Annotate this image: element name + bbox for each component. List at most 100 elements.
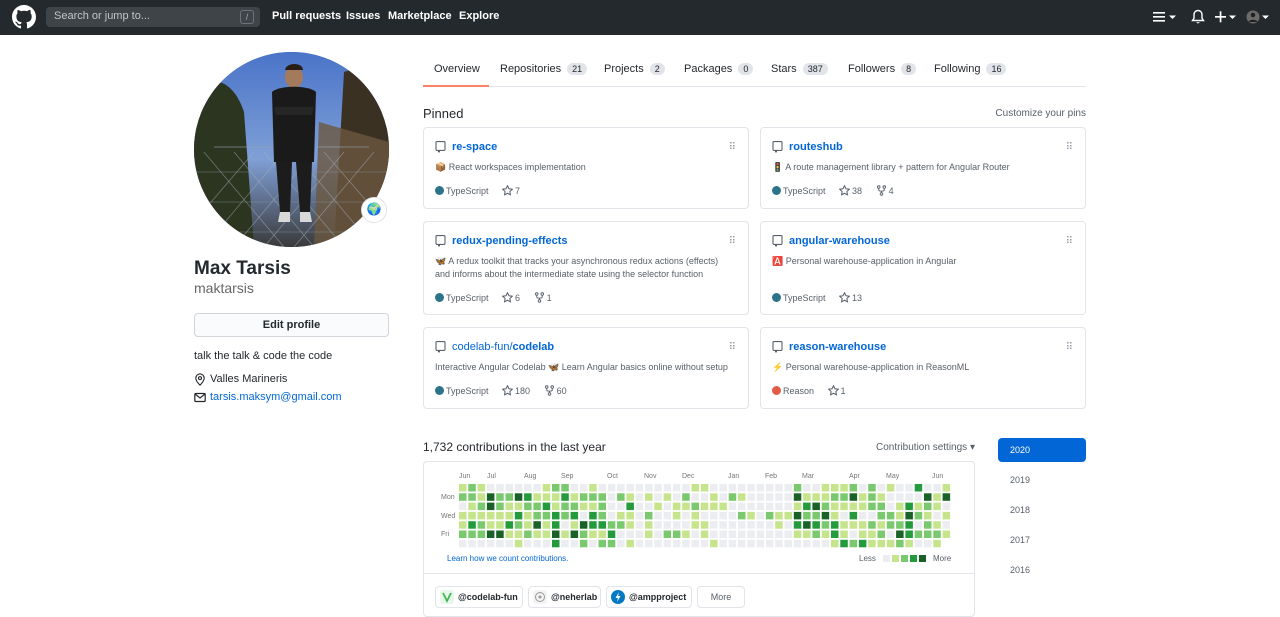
contribution-day[interactable] <box>570 521 579 529</box>
contribution-day[interactable] <box>886 484 895 492</box>
contribution-day[interactable] <box>552 484 560 492</box>
contribution-day[interactable] <box>942 493 951 501</box>
contribution-day[interactable] <box>877 530 886 539</box>
contribution-day[interactable] <box>533 493 541 501</box>
contribution-day[interactable] <box>756 493 765 501</box>
contribution-day[interactable] <box>812 493 820 501</box>
contribution-day[interactable] <box>803 511 811 520</box>
contribution-day[interactable] <box>840 502 848 511</box>
contribution-day[interactable] <box>524 502 532 511</box>
contribution-day[interactable] <box>486 502 495 511</box>
contribution-day[interactable] <box>728 511 737 520</box>
contribution-day[interactable] <box>589 539 597 548</box>
contribution-day[interactable] <box>868 493 876 501</box>
contribution-day[interactable] <box>486 493 495 501</box>
nav-pull-requests[interactable]: Pull requests <box>272 10 341 22</box>
email-link[interactable]: tarsis.maksym@gmail.com <box>210 391 342 403</box>
contribution-day[interactable] <box>496 502 504 511</box>
contribution-day[interactable] <box>514 484 523 492</box>
contribution-day[interactable] <box>468 530 476 539</box>
contribution-day[interactable] <box>542 484 551 492</box>
contribution-day[interactable] <box>486 511 495 520</box>
contribution-day[interactable] <box>924 484 932 492</box>
contribution-day[interactable] <box>914 511 923 520</box>
contribution-day[interactable] <box>877 511 886 520</box>
contribution-day[interactable] <box>579 493 588 501</box>
contribution-day[interactable] <box>477 521 486 529</box>
contribution-day[interactable] <box>607 493 616 501</box>
tab-following[interactable]: Following 16 <box>934 63 1007 75</box>
contribution-day[interactable] <box>933 511 941 520</box>
contribution-day[interactable] <box>877 493 886 501</box>
contribution-day[interactable] <box>598 511 607 520</box>
contribution-day[interactable] <box>617 521 625 529</box>
repo-link[interactable]: codelab-fun/codelab <box>452 341 554 353</box>
contribution-day[interactable] <box>672 521 681 529</box>
contribution-day[interactable] <box>645 502 653 511</box>
contribution-day[interactable] <box>459 511 467 520</box>
contribution-day[interactable] <box>886 502 895 511</box>
contribution-day[interactable] <box>868 511 876 520</box>
contribution-day[interactable] <box>905 539 913 548</box>
contribution-day[interactable] <box>496 539 504 548</box>
contribution-day[interactable] <box>914 484 923 492</box>
contribution-day[interactable] <box>793 511 802 520</box>
contribution-day[interactable] <box>877 502 886 511</box>
contribution-day[interactable] <box>905 530 913 539</box>
contribution-day[interactable] <box>831 521 839 529</box>
contribution-day[interactable] <box>905 511 913 520</box>
org-filter-ampproject[interactable]: @ampproject <box>606 586 692 608</box>
contribution-day[interactable] <box>840 539 848 548</box>
tab-stars[interactable]: Stars 387 <box>771 63 828 75</box>
contribution-day[interactable] <box>942 511 951 520</box>
contribution-day[interactable] <box>496 493 504 501</box>
contribution-day[interactable] <box>858 502 867 511</box>
contribution-day[interactable] <box>524 539 532 548</box>
contribution-day[interactable] <box>672 502 681 511</box>
contribution-day[interactable] <box>738 484 746 492</box>
contribution-day[interactable] <box>533 502 541 511</box>
contribution-day[interactable] <box>812 530 820 539</box>
contribution-day[interactable] <box>477 484 486 492</box>
repo-stars[interactable]: 180 <box>501 384 530 396</box>
contribution-day[interactable] <box>775 484 783 492</box>
contribution-day[interactable] <box>654 502 662 511</box>
contribution-day[interactable] <box>505 511 514 520</box>
contribution-day[interactable] <box>496 530 504 539</box>
contribution-day[interactable] <box>626 493 634 501</box>
contribution-day[interactable] <box>505 521 514 529</box>
contribution-day[interactable] <box>514 539 523 548</box>
contribution-day[interactable] <box>747 484 755 492</box>
contribution-day[interactable] <box>524 530 532 539</box>
contribution-day[interactable] <box>635 502 644 511</box>
contribution-day[interactable] <box>896 484 904 492</box>
repo-stars[interactable]: 6 <box>501 291 520 303</box>
tab-projects[interactable]: Projects 2 <box>604 63 665 75</box>
contribution-day[interactable] <box>700 530 709 539</box>
tab-followers[interactable]: Followers 8 <box>848 63 917 75</box>
contribution-day[interactable] <box>700 521 709 529</box>
contribution-day[interactable] <box>654 484 662 492</box>
contribution-day[interactable] <box>756 539 765 548</box>
contribution-day[interactable] <box>626 511 634 520</box>
contribution-day[interactable] <box>691 484 700 492</box>
contribution-day[interactable] <box>765 539 774 548</box>
contribution-day[interactable] <box>868 502 876 511</box>
contribution-day[interactable] <box>468 493 476 501</box>
contribution-day[interactable] <box>552 493 560 501</box>
contribution-day[interactable] <box>942 484 951 492</box>
contribution-day[interactable] <box>672 493 681 501</box>
contribution-day[interactable] <box>700 484 709 492</box>
contribution-day[interactable] <box>719 484 727 492</box>
contribution-day[interactable] <box>793 493 802 501</box>
contribution-day[interactable] <box>784 530 793 539</box>
contribution-day[interactable] <box>542 521 551 529</box>
contribution-day[interactable] <box>635 521 644 529</box>
repo-stars[interactable]: 1 <box>827 384 846 396</box>
contribution-day[interactable] <box>459 530 467 539</box>
contribution-day[interactable] <box>570 493 579 501</box>
contribution-day[interactable] <box>589 521 597 529</box>
contribution-day[interactable] <box>803 530 811 539</box>
contribution-day[interactable] <box>840 521 848 529</box>
contribution-day[interactable] <box>691 493 700 501</box>
